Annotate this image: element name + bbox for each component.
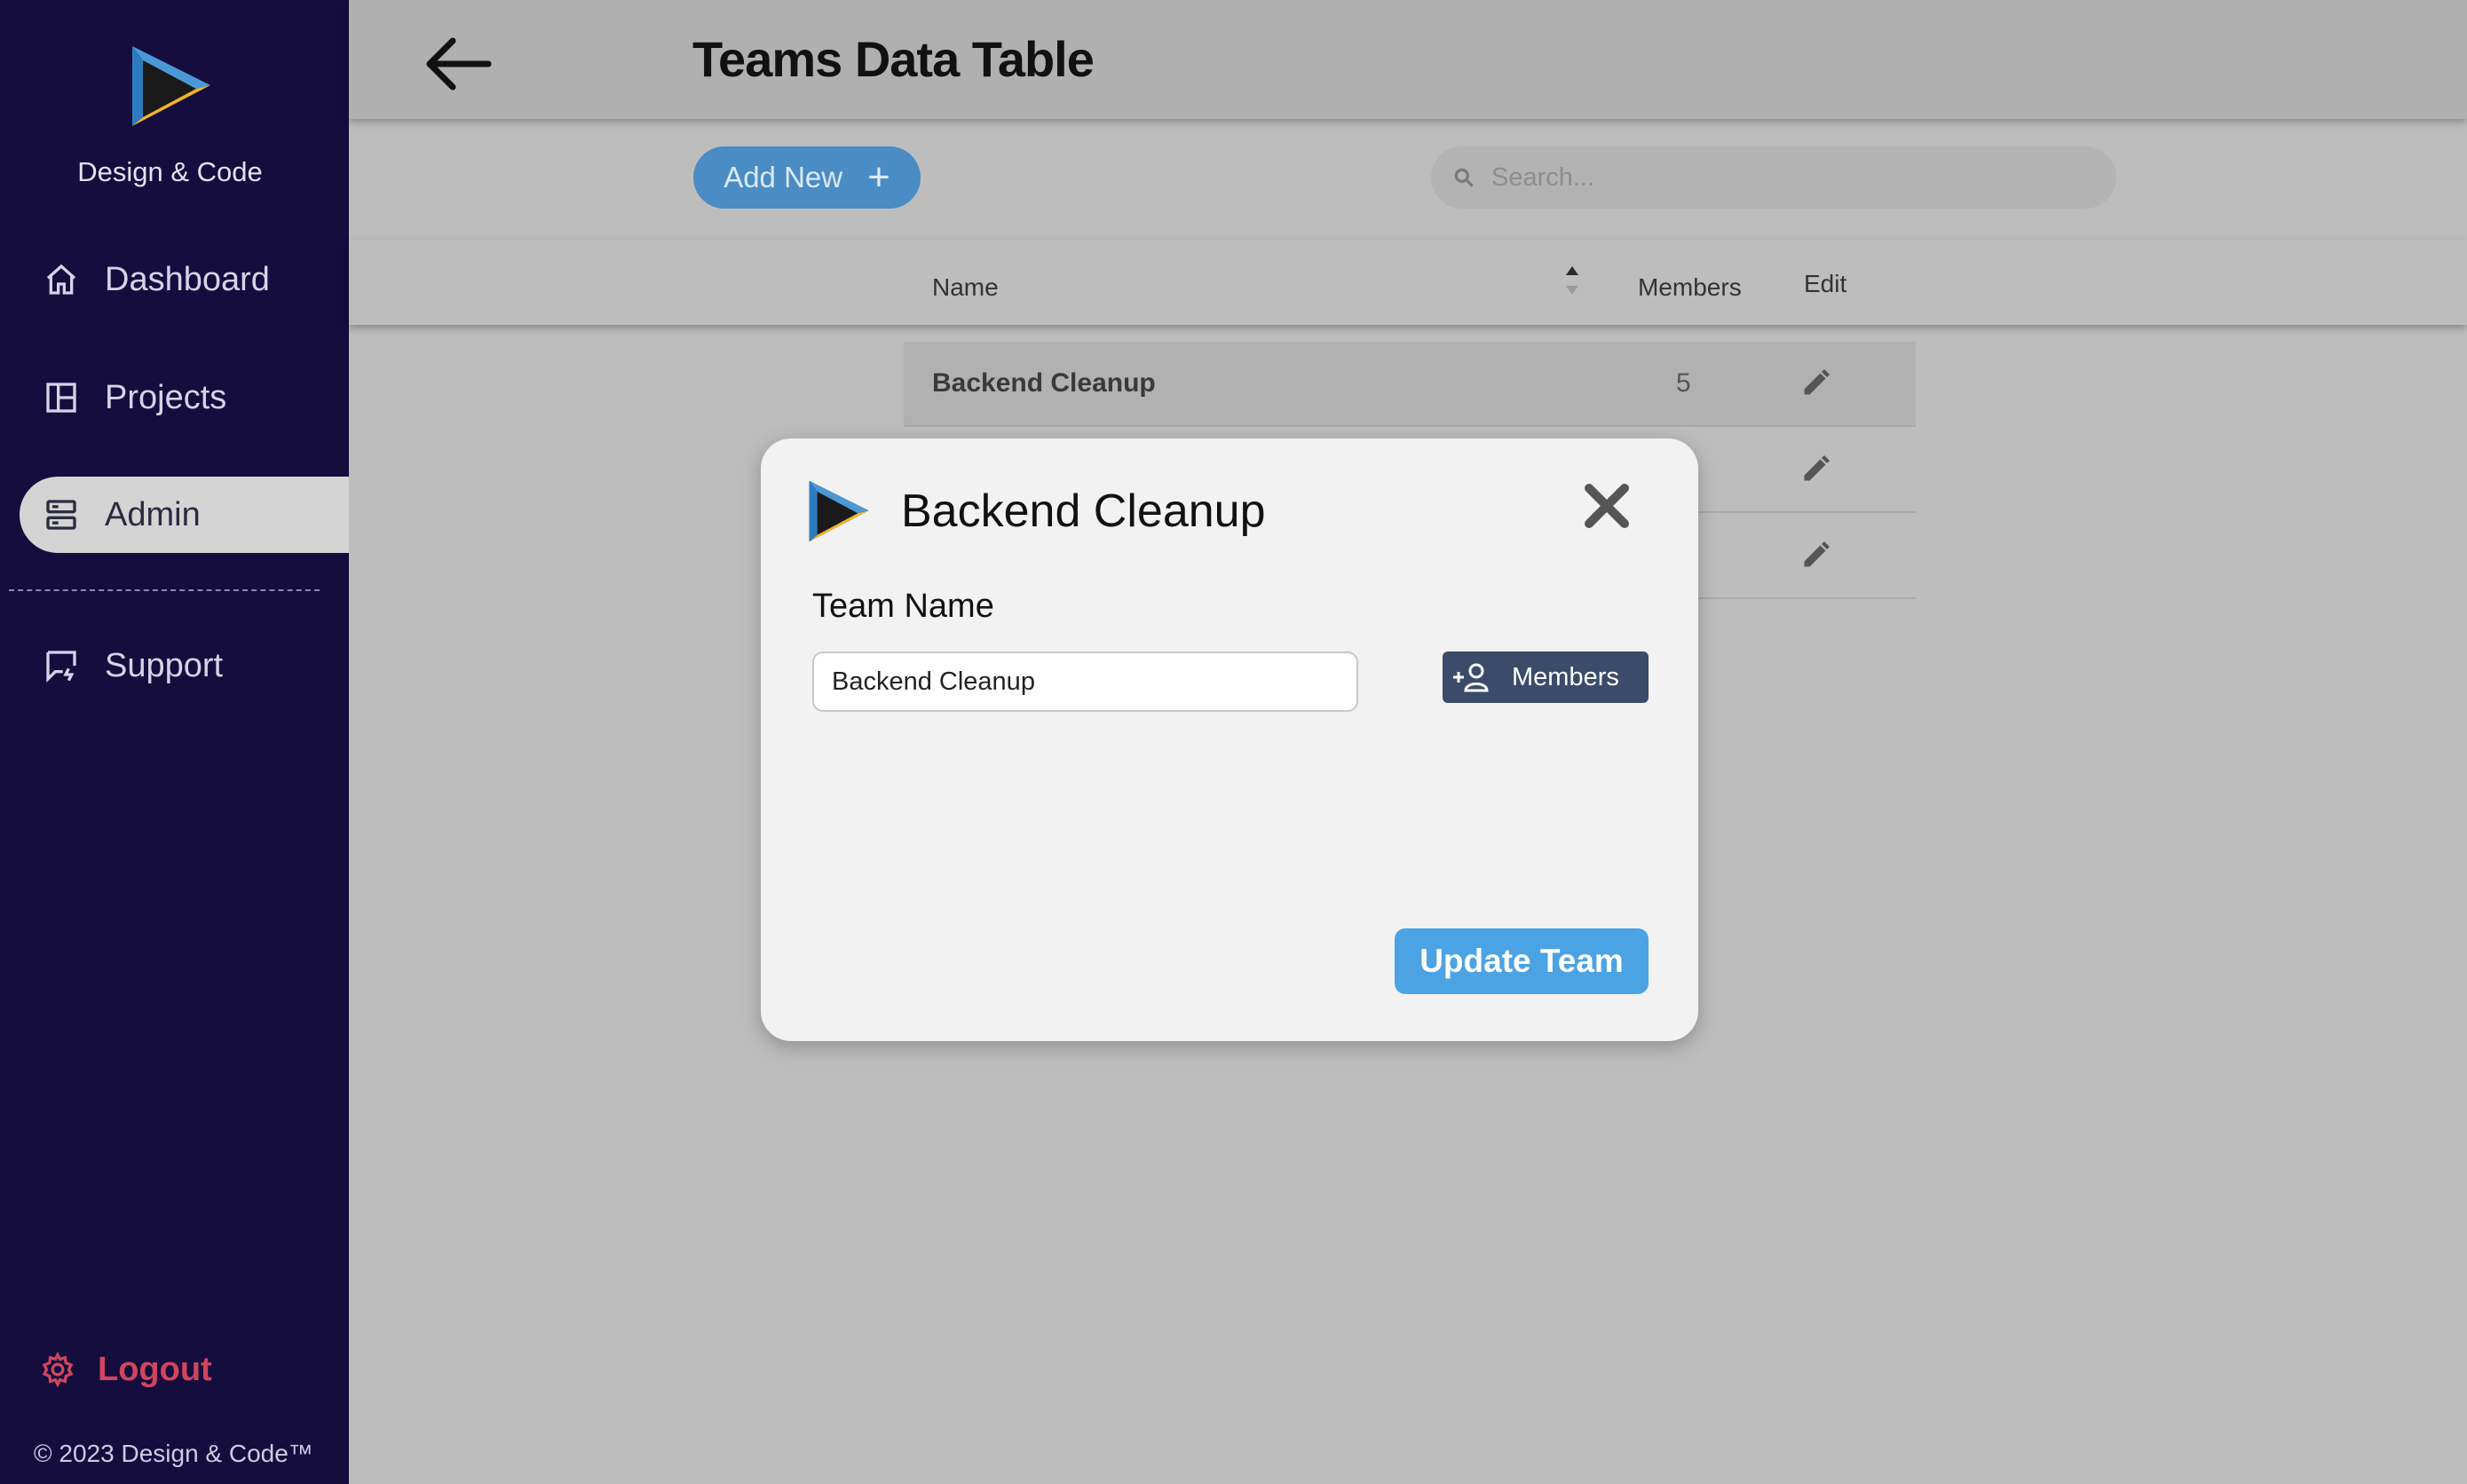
gear-icon	[37, 1349, 78, 1390]
page-header	[349, 0, 2467, 119]
copyright-text: © 2023 Design & Code™	[34, 1440, 313, 1467]
plus-icon: +	[867, 155, 890, 199]
column-header-name[interactable]: Name	[932, 273, 999, 302]
back-arrow-icon[interactable]	[424, 36, 492, 92]
members-button-label: Members	[1512, 662, 1619, 691]
update-team-button[interactable]: Update Team	[1395, 928, 1649, 994]
table-header	[349, 240, 2467, 325]
team-name-field[interactable]	[812, 651, 1358, 712]
edit-pencil-icon[interactable]	[1800, 539, 1832, 571]
app-logo-icon[interactable]	[127, 43, 216, 130]
sidebar-item-label: Support	[105, 646, 224, 684]
close-icon	[1585, 484, 1629, 528]
sidebar-item-dashboard[interactable]: Dashboard	[20, 241, 349, 318]
search-input[interactable]	[1491, 162, 2077, 193]
column-header-members: Members	[1638, 273, 1742, 301]
team-name-cell: Backend Cleanup	[932, 368, 1156, 398]
page-title: Teams Data Table	[692, 31, 1095, 87]
members-count-cell: 5	[1676, 368, 1691, 398]
modal-title: Backend Cleanup	[901, 485, 1266, 537]
edit-team-modal: Backend Cleanup Team Name Members Update…	[761, 438, 1698, 1041]
logout-button[interactable]: Logout	[20, 1331, 212, 1408]
sidebar-item-label: Admin	[105, 495, 201, 533]
sort-icon[interactable]	[1565, 264, 1579, 296]
modal-logo-icon	[809, 480, 869, 542]
home-icon	[41, 259, 82, 300]
members-button[interactable]: Members	[1443, 651, 1649, 703]
layout-icon	[41, 377, 82, 418]
edit-pencil-icon[interactable]	[1800, 367, 1832, 399]
brand-name: Design & Code	[77, 156, 263, 187]
sidebar: Design & Code Dashboard Projects Admin S…	[0, 0, 349, 1484]
logout-label: Logout	[98, 1350, 212, 1388]
close-button[interactable]	[1580, 479, 1633, 533]
edit-pencil-icon[interactable]	[1800, 453, 1832, 485]
table-row[interactable]: Backend Cleanup 5	[904, 342, 1916, 427]
add-person-icon	[1453, 663, 1489, 692]
sidebar-item-support[interactable]: Support	[20, 628, 349, 704]
add-new-button[interactable]: Add New +	[693, 146, 921, 209]
search-icon	[1454, 168, 1474, 187]
sidebar-item-admin[interactable]: Admin	[20, 477, 349, 553]
column-header-edit: Edit	[1804, 270, 1847, 297]
server-icon	[41, 494, 82, 535]
search-bar[interactable]	[1431, 146, 2116, 209]
sidebar-item-label: Projects	[105, 378, 227, 416]
sidebar-divider	[9, 589, 320, 591]
team-name-label: Team Name	[812, 588, 994, 625]
add-new-label: Add New	[723, 161, 843, 193]
sidebar-item-label: Dashboard	[105, 260, 270, 298]
sidebar-item-projects[interactable]: Projects	[20, 359, 349, 436]
chat-icon	[41, 645, 82, 686]
